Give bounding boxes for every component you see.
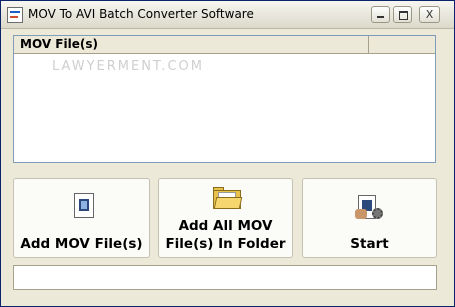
add-folder-button[interactable]: Add All MOV File(s) In Folder <box>158 178 293 258</box>
maximize-icon <box>399 11 408 20</box>
add-folder-label-line2: File(s) In Folder <box>165 236 286 252</box>
start-button[interactable]: Start <box>302 178 437 258</box>
minimize-button[interactable] <box>371 6 390 23</box>
add-folder-label-line1: Add All MOV <box>178 218 273 234</box>
close-button[interactable]: X <box>419 6 440 23</box>
window-title: MOV To AVI Batch Converter Software <box>28 7 254 21</box>
watermark-text: LAWYERMENT.COM <box>52 59 204 74</box>
folder-icon <box>213 187 243 209</box>
maximize-button[interactable] <box>393 6 412 23</box>
column-header-empty[interactable] <box>369 36 435 53</box>
status-bar <box>13 265 437 290</box>
add-mov-files-button[interactable]: Add MOV File(s) <box>13 178 150 258</box>
title-bar[interactable]: MOV To AVI Batch Converter Software X <box>1 1 454 29</box>
close-icon: X <box>425 8 434 21</box>
list-header: MOV File(s) <box>14 36 435 54</box>
column-header-mov-files[interactable]: MOV File(s) <box>14 36 369 53</box>
document-video-icon <box>74 193 94 218</box>
app-icon <box>7 7 23 23</box>
minimize-icon <box>377 16 384 18</box>
start-convert-icon <box>355 195 385 221</box>
mov-file-list[interactable]: MOV File(s) LAWYERMENT.COM <box>13 35 436 163</box>
app-window: MOV To AVI Batch Converter Software X MO… <box>0 0 455 307</box>
add-mov-files-label: Add MOV File(s) <box>20 236 143 252</box>
start-label: Start <box>350 236 389 252</box>
